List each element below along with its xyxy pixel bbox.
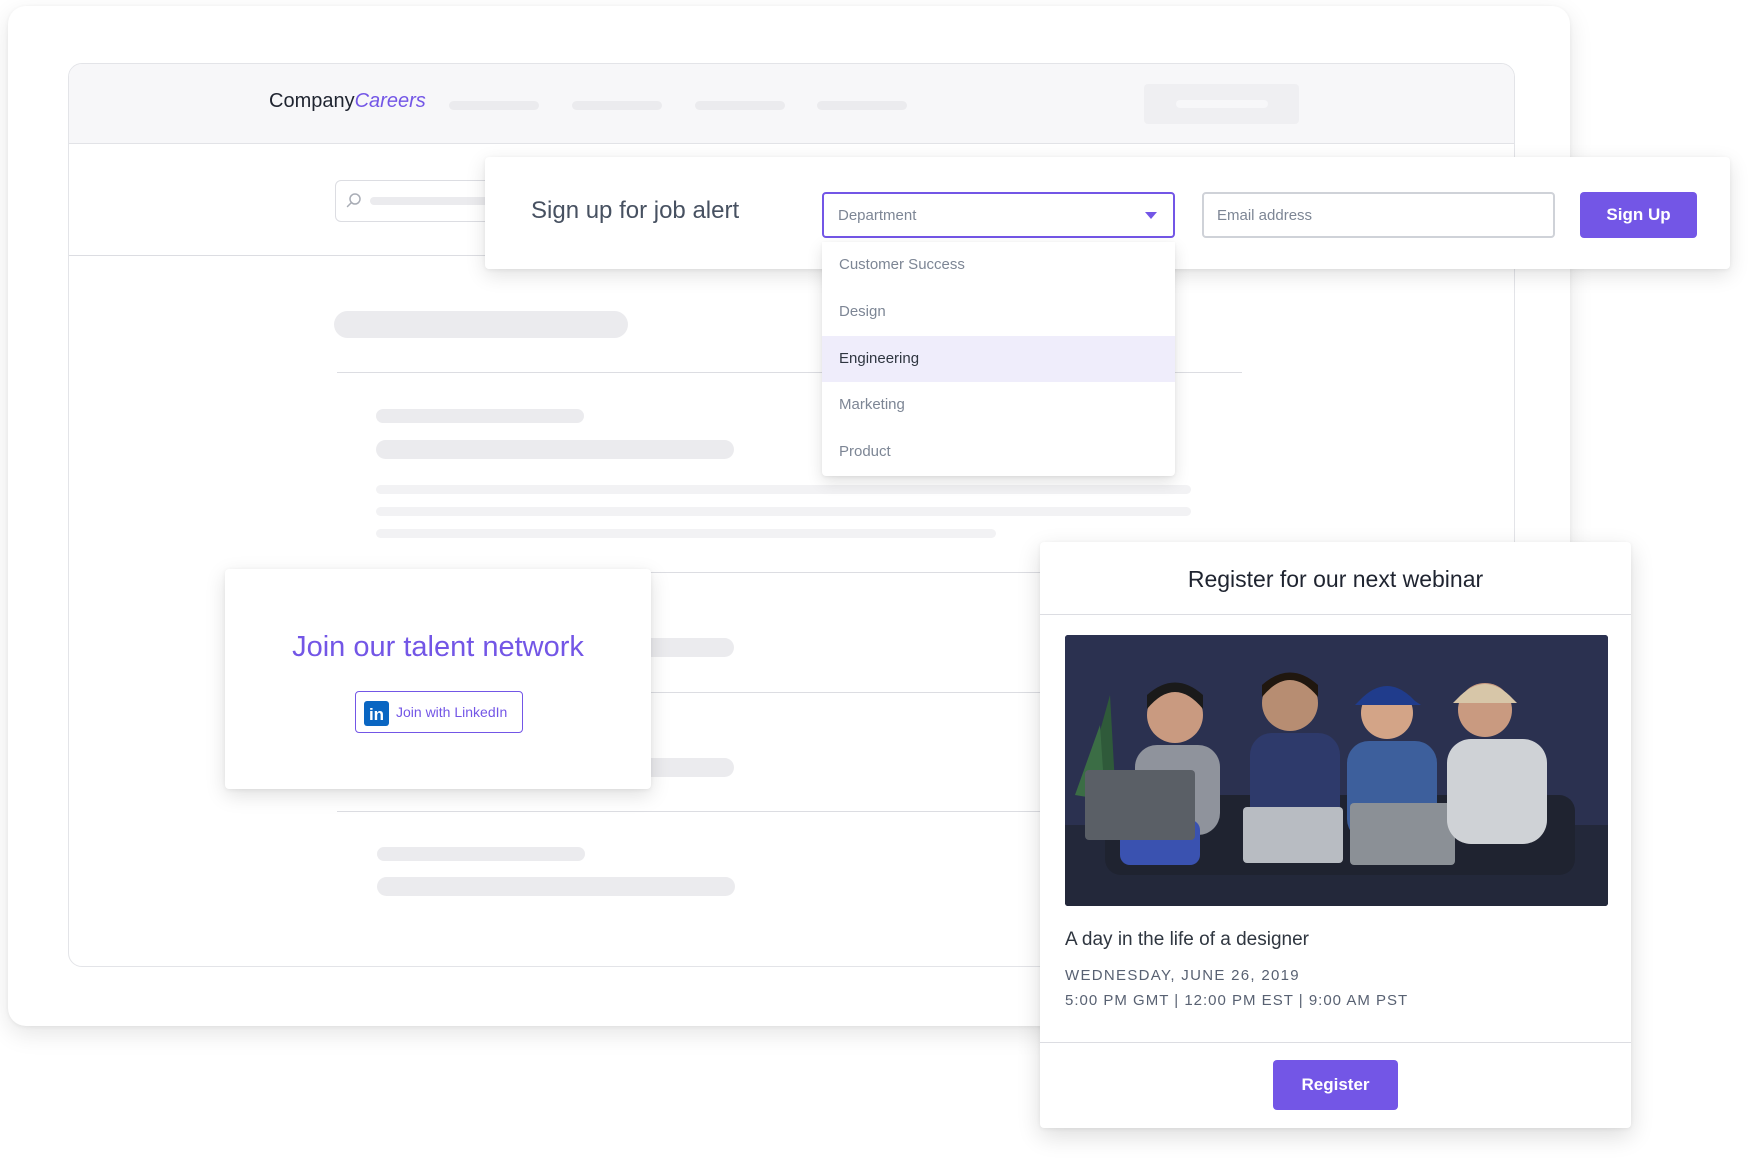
dropdown-option-customer-success[interactable]: Customer Success: [822, 242, 1175, 289]
caret-down-icon: [1145, 212, 1157, 219]
talent-network-title: Join our talent network: [292, 631, 584, 663]
brand-careers: Careers: [354, 90, 426, 112]
header-button-skeleton: [1176, 100, 1268, 108]
register-button[interactable]: Register: [1273, 1060, 1398, 1110]
join-with-linkedin-button[interactable]: in Join with LinkedIn: [355, 691, 523, 733]
nav-placeholder-1: [449, 101, 539, 110]
search-icon: [346, 193, 361, 208]
sign-up-button[interactable]: Sign Up: [1580, 192, 1697, 238]
dropdown-option-engineering[interactable]: Engineering: [822, 335, 1175, 383]
job-alert-title: Sign up for job alert: [531, 197, 740, 224]
nav-placeholder-2: [572, 101, 662, 110]
dropdown-option-product[interactable]: Product: [822, 429, 1175, 476]
webinar-title: Register for our next webinar: [1187, 566, 1484, 592]
text-line-placeholder-1: [376, 485, 1191, 494]
nav-placeholder-3: [695, 101, 785, 110]
nav-placeholder-4: [817, 101, 907, 110]
brand-logo[interactable]: CompanyCareers: [269, 90, 426, 113]
webinar-card: Register for our next webinar A day in t…: [1040, 542, 1631, 1128]
webinar-date: WEDNESDAY, JUNE 26, 2019: [1065, 967, 1300, 984]
heading-placeholder: [334, 311, 628, 338]
department-dropdown: Customer Success Design Engineering Mark…: [822, 242, 1175, 476]
header-button-placeholder: [1144, 84, 1299, 124]
webinar-footer-divider: [1040, 1042, 1631, 1043]
webinar-image: [1065, 635, 1608, 906]
dropdown-option-design[interactable]: Design: [822, 289, 1175, 336]
job-title-placeholder-1: [376, 409, 584, 423]
job-title-placeholder-4: [377, 847, 585, 861]
webinar-header-divider: [1040, 614, 1631, 615]
text-line-placeholder-2: [376, 507, 1191, 516]
webinar-photo: [1065, 635, 1608, 906]
linkedin-button-label: Join with LinkedIn: [396, 704, 508, 720]
email-field[interactable]: [1202, 192, 1555, 238]
department-select[interactable]: Department: [822, 192, 1175, 238]
brand-company: Company: [269, 90, 355, 112]
talent-network-card: Join our talent network in Join with Lin…: [225, 569, 651, 789]
text-line-placeholder-3: [376, 529, 996, 538]
job-subtitle-placeholder-1: [376, 440, 734, 459]
webinar-subtitle: A day in the life of a designer: [1065, 929, 1309, 950]
job-subtitle-placeholder-4: [377, 877, 735, 896]
dropdown-option-marketing[interactable]: Marketing: [822, 382, 1175, 429]
linkedin-icon: in: [364, 701, 389, 726]
department-select-value: Department: [838, 207, 917, 224]
webinar-time: 5:00 PM GMT | 12:00 PM EST | 9:00 AM PST: [1065, 992, 1409, 1009]
page-header: CompanyCareers: [69, 64, 1514, 144]
